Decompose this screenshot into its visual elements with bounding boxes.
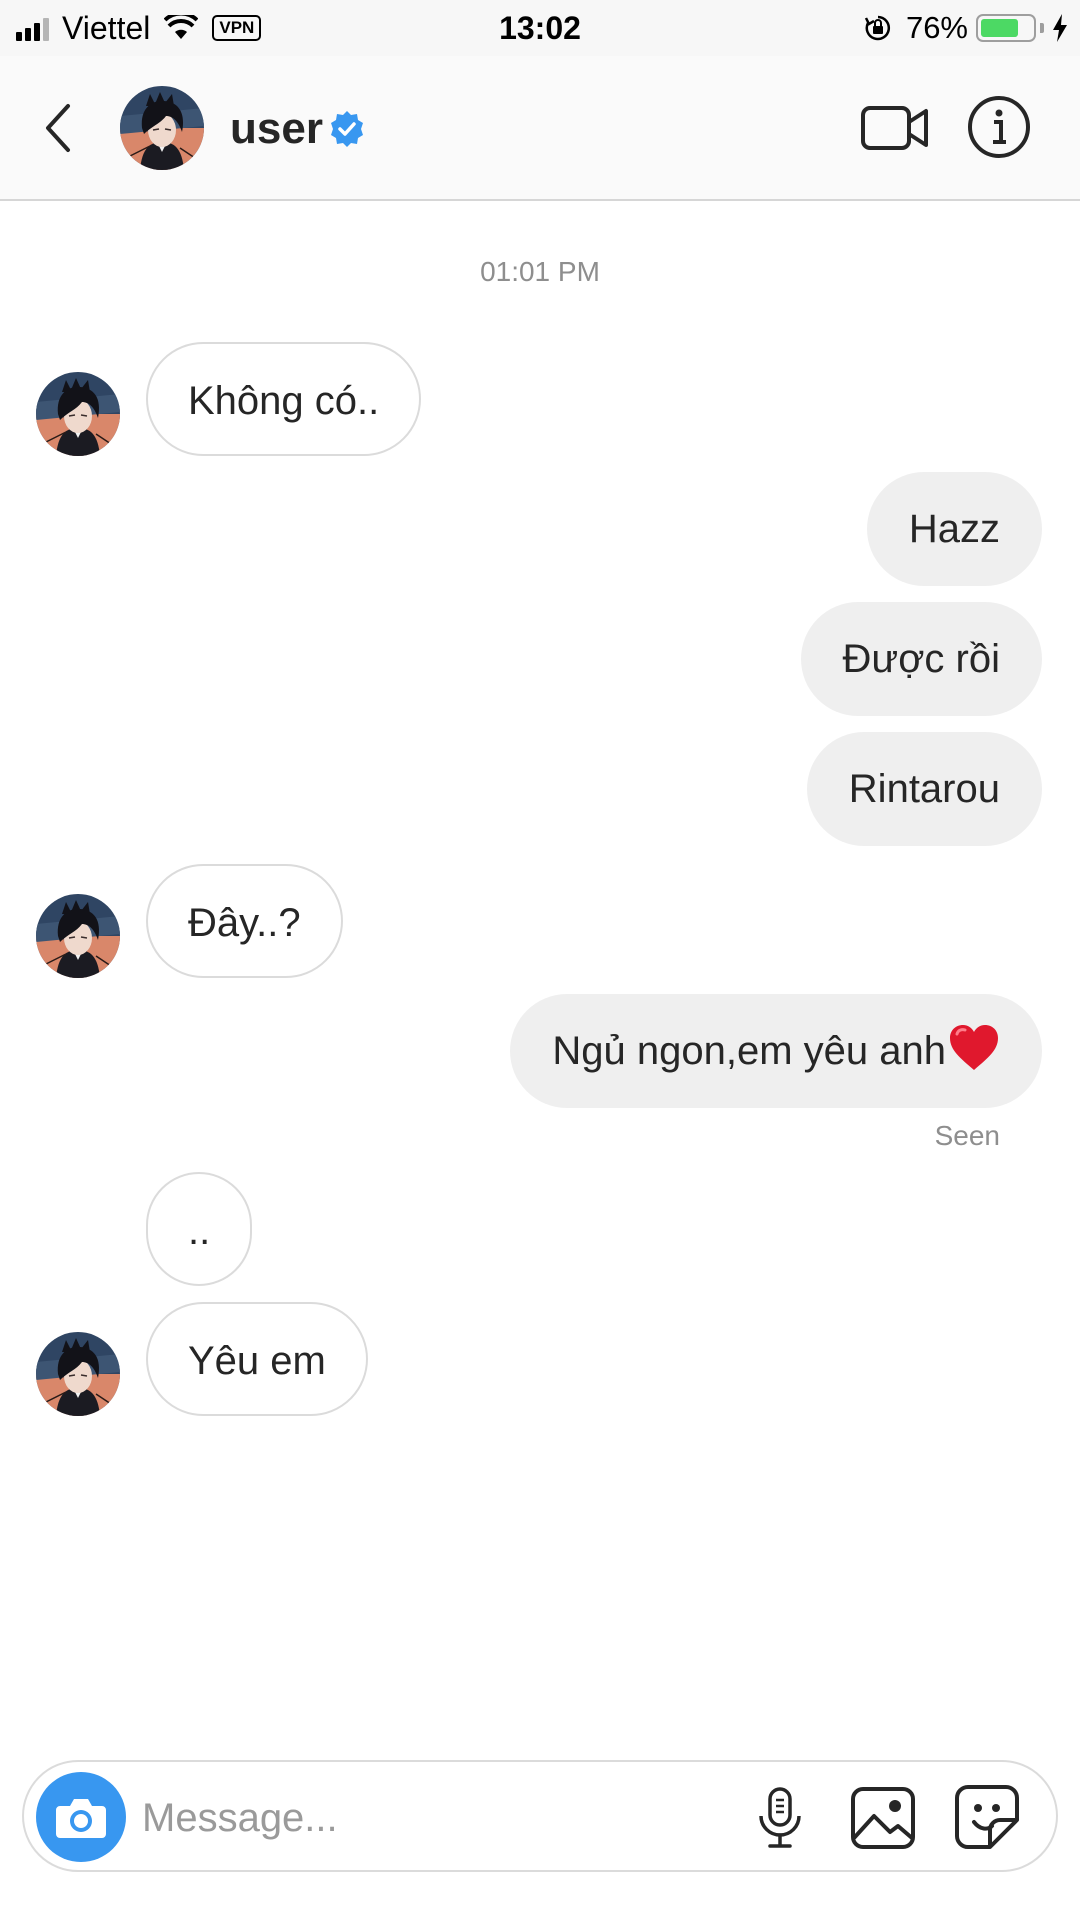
message-bubble-incoming[interactable]: .. bbox=[146, 1172, 253, 1286]
seen-label: Seen bbox=[934, 1120, 1000, 1151]
info-icon[interactable] bbox=[966, 94, 1032, 160]
microphone-icon[interactable] bbox=[750, 1786, 810, 1850]
battery-percent: 76% bbox=[905, 10, 968, 45]
sender-avatar[interactable] bbox=[36, 372, 120, 456]
message-bubble-incoming[interactable]: Yêu em bbox=[146, 1302, 368, 1416]
message-bubble-incoming[interactable]: Đây..? bbox=[146, 864, 343, 978]
message-bubble-outgoing[interactable]: Hazz bbox=[866, 472, 1042, 586]
message-bubble-outgoing[interactable]: Rintarou bbox=[806, 732, 1042, 846]
charging-bolt-icon bbox=[1053, 14, 1067, 42]
battery-icon bbox=[976, 14, 1036, 42]
username[interactable]: user bbox=[230, 101, 323, 157]
message-composer bbox=[22, 1760, 1058, 1872]
orientation-lock-icon bbox=[864, 15, 890, 41]
chat-timestamp: 01:01 PM bbox=[480, 256, 600, 287]
status-bar: Viettel VPN 13:02 76% bbox=[0, 0, 1080, 56]
sender-avatar[interactable] bbox=[36, 1332, 120, 1416]
message-bubble-incoming[interactable]: Không có.. bbox=[146, 342, 422, 456]
red-heart-emoji-icon bbox=[948, 1024, 1000, 1072]
gallery-icon[interactable] bbox=[850, 1786, 916, 1850]
camera-icon bbox=[56, 1799, 106, 1838]
video-call-icon[interactable] bbox=[860, 98, 930, 158]
message-text: Ngủ ngon,em yêu anh bbox=[552, 1029, 946, 1073]
camera-button[interactable] bbox=[36, 1772, 126, 1862]
message-input[interactable] bbox=[142, 1788, 662, 1848]
message-bubble-outgoing[interactable]: Ngủ ngon,em yêu anh bbox=[510, 994, 1042, 1108]
conversation-header: user bbox=[0, 56, 1080, 201]
back-chevron-icon[interactable] bbox=[38, 98, 78, 158]
sticker-icon[interactable] bbox=[954, 1784, 1020, 1850]
message-bubble-outgoing[interactable]: Được rồi bbox=[800, 602, 1042, 716]
avatar[interactable] bbox=[120, 86, 204, 170]
verified-badge-icon bbox=[331, 111, 363, 147]
sender-avatar[interactable] bbox=[36, 894, 120, 978]
